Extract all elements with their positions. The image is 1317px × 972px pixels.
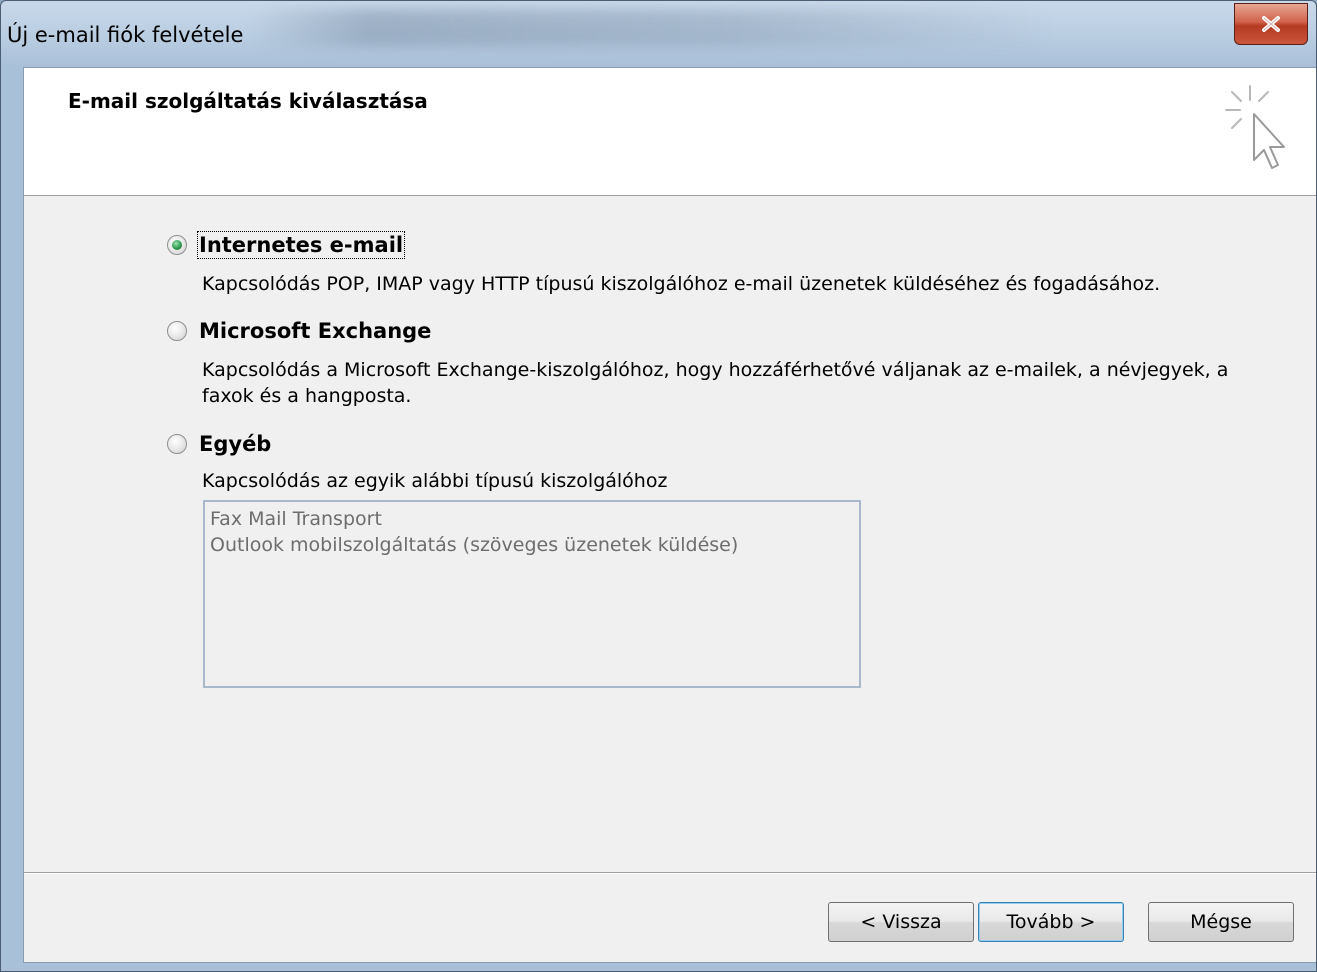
list-item[interactable]: Fax Mail Transport [210,506,854,532]
option-description-microsoft-exchange: Kapcsolódás a Microsoft Exchange-kiszolg… [202,359,1229,381]
option-description-internet-email: Kapcsolódás POP, IMAP vagy HTTP típusú k… [202,273,1161,295]
radio-microsoft-exchange[interactable] [167,321,187,341]
title-bar: Új e-mail fiók felvétele [1,1,1316,67]
option-description-microsoft-exchange-line2: faxok és a hangposta. [202,385,412,407]
other-servers-listbox[interactable]: Fax Mail Transport Outlook mobilszolgált… [203,500,861,688]
list-item[interactable]: Outlook mobilszolgáltatás (szöveges üzen… [210,532,854,558]
radio-other[interactable] [167,434,187,454]
title-bar-glass [251,9,1051,47]
cancel-button[interactable]: Mégse [1148,902,1294,942]
option-label-internet-email[interactable]: Internetes e-mail [196,231,406,259]
page-title: E-mail szolgáltatás kiválasztása [68,89,428,113]
dialog-content: E-mail szolgáltatás kiválasztása Interne… [23,67,1316,963]
wizard-header: E-mail szolgáltatás kiválasztása [24,68,1316,196]
next-button[interactable]: Tovább > [978,902,1124,942]
footer-divider [24,872,1316,873]
back-button[interactable]: < Vissza [828,902,974,942]
wizard-cursor-icon [1225,85,1285,169]
close-button[interactable] [1234,3,1308,45]
window-title: Új e-mail fiók felvétele [7,23,244,47]
option-description-other: Kapcsolódás az egyik alábbi típusú kiszo… [202,470,668,492]
option-label-other[interactable]: Egyéb [199,432,271,456]
add-email-account-window: Új e-mail fiók felvétele E-mail szolgált… [0,0,1317,972]
close-icon [1262,16,1280,32]
radio-internet-email[interactable] [167,235,187,255]
option-label-microsoft-exchange[interactable]: Microsoft Exchange [199,319,431,343]
